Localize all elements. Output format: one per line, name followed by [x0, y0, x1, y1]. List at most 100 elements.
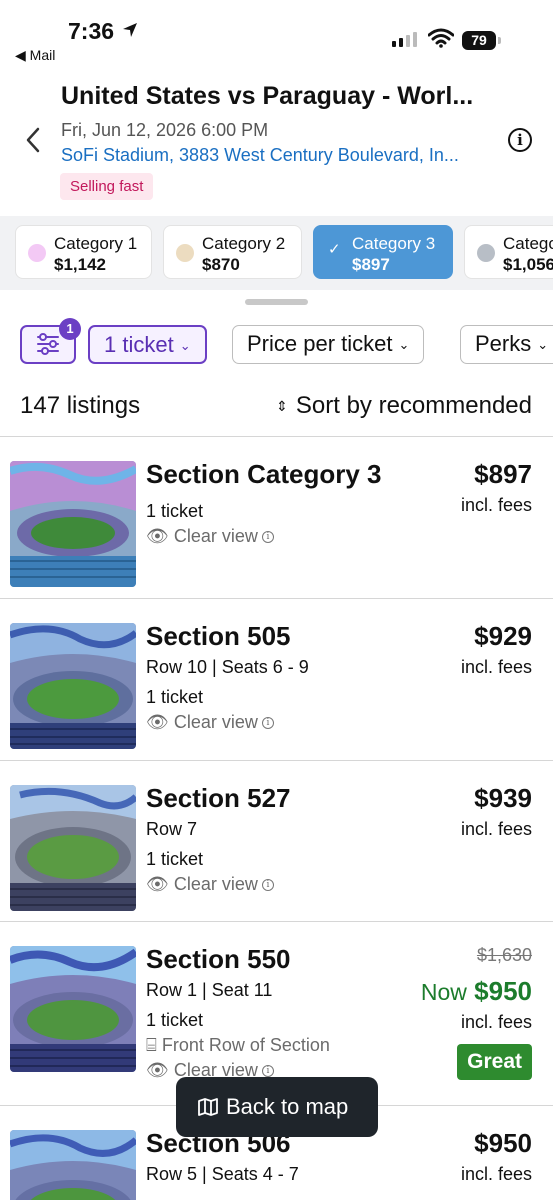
ticket-quantity: 1 ticket: [146, 1010, 204, 1030]
event-date: Fri, Jun 12, 2026 6:00 PM: [61, 120, 269, 140]
selling-fast-badge: Selling fast: [60, 173, 154, 200]
sort-icon: ⇕: [276, 398, 288, 415]
feature-label: Clear view: [173, 874, 258, 894]
category-price: $897: [352, 255, 390, 274]
quantity-label: 1 ticket: [104, 332, 174, 357]
listing-price: $939: [474, 783, 532, 813]
eye-icon: 👁: [146, 526, 169, 546]
row-seats: Row 1 | Seat 11: [146, 980, 273, 1000]
listing-price: $897: [474, 459, 532, 489]
listing-price: $929: [474, 621, 532, 651]
category-price: $1,142: [54, 255, 106, 274]
fees-note: incl. fees: [460, 819, 532, 839]
perks-label: Perks: [475, 331, 532, 356]
seat-view-image: [10, 623, 136, 749]
feature-clear-view: 👁 Clear view i: [146, 526, 274, 547]
eye-icon: 👁: [146, 874, 169, 894]
section-name: Section 505: [146, 621, 291, 651]
back-to-map-label: Back to map: [226, 1094, 349, 1119]
listing-price: $950: [474, 1128, 532, 1158]
ticket-quantity-dropdown[interactable]: 1 ticket ⌄: [88, 325, 207, 364]
section-name: Section Category 3: [146, 459, 382, 489]
category-chip-4[interactable]: Category 4 $1,056: [464, 225, 553, 279]
listing-card[interactable]: Section 527 Row 7 1 ticket 👁 Clear view i…: [0, 760, 553, 922]
map-icon: [198, 1098, 218, 1116]
listing-card[interactable]: Section 505 Row 10 | Seats 6 - 9 1 ticke…: [0, 598, 553, 760]
sheet-drag-handle[interactable]: [245, 299, 308, 305]
chevron-down-icon: ⌄: [179, 338, 191, 354]
category-color-dot: [28, 244, 46, 262]
battery-tip: [498, 37, 501, 44]
section-name: Section 550: [146, 944, 291, 974]
category-strip[interactable]: Category 1 $1,142 Category 2 $870 ✓ Cate…: [0, 216, 553, 290]
fees-note: incl. fees: [460, 1164, 532, 1184]
category-chip-3-selected[interactable]: ✓ Category 3 $897: [313, 225, 453, 279]
info-icon[interactable]: i: [261, 531, 274, 544]
category-color-dot: [477, 244, 495, 262]
now-label: Now: [420, 979, 467, 1005]
filter-count-badge: 1: [59, 318, 81, 340]
listing-card[interactable]: Section Category 3 1 ticket 👁 Clear view…: [0, 436, 553, 598]
status-bar: 7:36 ◀ Mail 79: [0, 0, 553, 70]
row-seats: Row 10 | Seats 6 - 9: [146, 657, 309, 677]
info-icon[interactable]: i: [261, 717, 274, 730]
feature-label: Clear view: [173, 712, 258, 732]
clock: 7:36: [68, 18, 115, 44]
price-mode-label: Price per ticket: [247, 331, 393, 356]
seat-view-image: [10, 946, 136, 1072]
ticket-quantity: 1 ticket: [146, 687, 204, 707]
original-price: $1,630: [476, 945, 532, 965]
ticket-quantity: 1 ticket: [146, 849, 204, 869]
info-icon[interactable]: i: [508, 128, 532, 152]
eye-icon: 👁: [146, 712, 169, 732]
row-seats: Row 5 | Seats 4 - 7: [146, 1164, 299, 1184]
listings-count: 147 listings: [20, 392, 141, 419]
category-name: Category 4: [503, 234, 553, 253]
section-name: Section 527: [146, 783, 291, 813]
back-chevron-icon[interactable]: [24, 126, 42, 154]
chevron-down-icon: ⌄: [537, 337, 549, 353]
info-icon[interactable]: i: [261, 879, 274, 892]
event-venue-link[interactable]: SoFi Stadium, 3883 West Century Boulevar…: [61, 145, 493, 166]
category-price: $1,056: [503, 255, 553, 274]
checkmark-icon: ✓: [328, 241, 341, 258]
event-title: United States vs Paraguay - Worl...: [61, 82, 474, 110]
wifi-icon: [428, 28, 454, 48]
sort-label: Sort by recommended: [295, 392, 532, 419]
deal-rating-badge: Great: [457, 1044, 532, 1080]
cellular-signal-icon: [392, 32, 417, 47]
category-price: $870: [202, 255, 240, 274]
category-name: Category 2: [202, 234, 286, 253]
cup-icon: ⌸: [146, 1035, 157, 1055]
info-icon[interactable]: i: [261, 1065, 274, 1078]
feature-front-row: ⌸ Front Row of Section: [146, 1035, 330, 1056]
eye-icon: 👁: [146, 1060, 169, 1080]
fees-note: incl. fees: [460, 1012, 532, 1032]
now-price-value: $950: [474, 976, 532, 1006]
seat-view-image: [10, 461, 136, 587]
perks-dropdown[interactable]: Perks ⌄: [460, 325, 553, 364]
category-chip-2[interactable]: Category 2 $870: [163, 225, 302, 279]
category-name: Category 3: [352, 234, 436, 253]
category-color-dot: [176, 244, 194, 262]
price-mode-dropdown[interactable]: Price per ticket ⌄: [232, 325, 425, 364]
feature-label: Front Row of Section: [161, 1035, 330, 1055]
sort-button[interactable]: ⇕ Sort by recommended: [276, 392, 532, 420]
discounted-price: Now $950: [421, 976, 532, 1007]
fees-note: incl. fees: [460, 495, 532, 515]
feature-clear-view: 👁 Clear view i: [146, 874, 274, 895]
category-chip-1[interactable]: Category 1 $1,142: [15, 225, 152, 279]
seat-view-image: [10, 1130, 136, 1200]
chevron-down-icon: ⌄: [398, 337, 410, 353]
back-to-map-button[interactable]: Back to map: [176, 1077, 378, 1137]
back-to-mail-link[interactable]: ◀ Mail: [15, 47, 55, 64]
feature-label: Clear view: [173, 526, 258, 546]
category-name: Category 1: [54, 234, 138, 253]
battery-icon: 79: [462, 31, 496, 50]
ticket-quantity: 1 ticket: [146, 501, 204, 521]
row-seats: Row 7: [146, 819, 198, 839]
seat-view-image: [10, 785, 136, 911]
feature-clear-view: 👁 Clear view i: [146, 712, 274, 733]
location-arrow-icon: [123, 23, 137, 37]
fees-note: incl. fees: [460, 657, 532, 677]
